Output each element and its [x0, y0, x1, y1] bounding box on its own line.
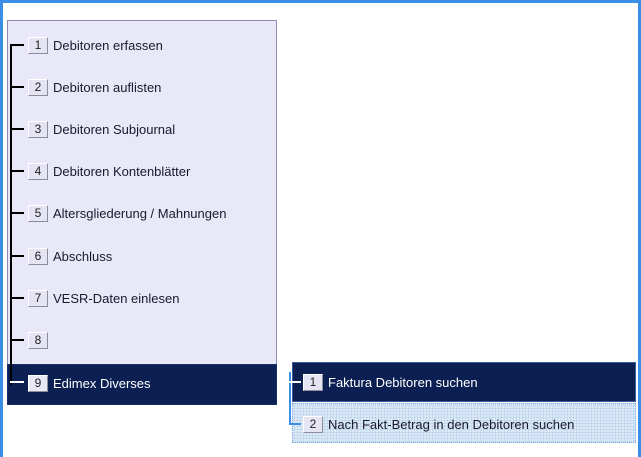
- submenu-item-number: 1: [303, 373, 323, 391]
- submenu-item-number: 2: [303, 415, 323, 433]
- menu-item-1[interactable]: 1 Debitoren erfassen: [28, 34, 163, 56]
- menu-item-4[interactable]: 4 Debitoren Kontenblätter: [28, 160, 190, 182]
- menu-item-label: Debitoren erfassen: [53, 37, 163, 53]
- tree-stub: [10, 297, 24, 299]
- tree-stub: [10, 170, 24, 172]
- menu-item-number: 6: [28, 247, 48, 265]
- tree-stub: [10, 255, 24, 257]
- tree-stub: [10, 44, 24, 46]
- menu-item-6[interactable]: 6 Abschluss: [28, 245, 112, 267]
- menu-item-label: Abschluss: [53, 248, 113, 264]
- tree-stub: [289, 381, 301, 383]
- menu-item-number: 1: [28, 36, 48, 54]
- menu-item-5[interactable]: 5 Altersgliederung / Mahnungen: [28, 202, 226, 224]
- menu-item-label: Altersgliederung / Mahnungen: [53, 205, 227, 221]
- menu-item-9[interactable]: 9 Edimex Diverses: [28, 372, 151, 394]
- tree-stub: [10, 339, 24, 341]
- menu-item-label: Debitoren Kontenblätter: [53, 163, 191, 179]
- submenu-item-label: Nach Fakt-Betrag in den Debitoren suchen: [328, 416, 575, 432]
- tree-stub: [10, 381, 24, 383]
- menu-item-number: 3: [28, 120, 48, 138]
- menu-item-label: Edimex Diverses: [53, 375, 151, 391]
- menu-item-label: Debitoren Subjournal: [53, 121, 176, 137]
- submenu-item-label: Faktura Debitoren suchen: [328, 374, 478, 390]
- menu-item-label: VESR-Daten einlesen: [53, 290, 180, 306]
- menu-item-3[interactable]: 3 Debitoren Subjournal: [28, 118, 175, 140]
- menu-item-2[interactable]: 2 Debitoren auflisten: [28, 76, 161, 98]
- menu-item-number: 5: [28, 204, 48, 222]
- menu-item-label: Debitoren auflisten: [53, 79, 162, 95]
- menu-item-number: 2: [28, 78, 48, 96]
- menu-item-number: 7: [28, 289, 48, 307]
- tree-stub: [10, 86, 24, 88]
- menu-item-8[interactable]: 8: [28, 329, 53, 351]
- tree-stub: [289, 423, 301, 425]
- menu-item-number: 9: [28, 374, 48, 392]
- menu-item-7[interactable]: 7 VESR-Daten einlesen: [28, 287, 179, 309]
- menu-item-number: 4: [28, 162, 48, 180]
- tree-connector-line: [10, 45, 12, 385]
- submenu-item-1[interactable]: 1 Faktura Debitoren suchen: [303, 371, 478, 393]
- submenu-item-2[interactable]: 2 Nach Fakt-Betrag in den Debitoren such…: [303, 413, 574, 435]
- submenu-vertical-line: [289, 372, 291, 424]
- tree-stub: [10, 212, 24, 214]
- tree-stub: [10, 128, 24, 130]
- menu-item-number: 8: [28, 331, 48, 349]
